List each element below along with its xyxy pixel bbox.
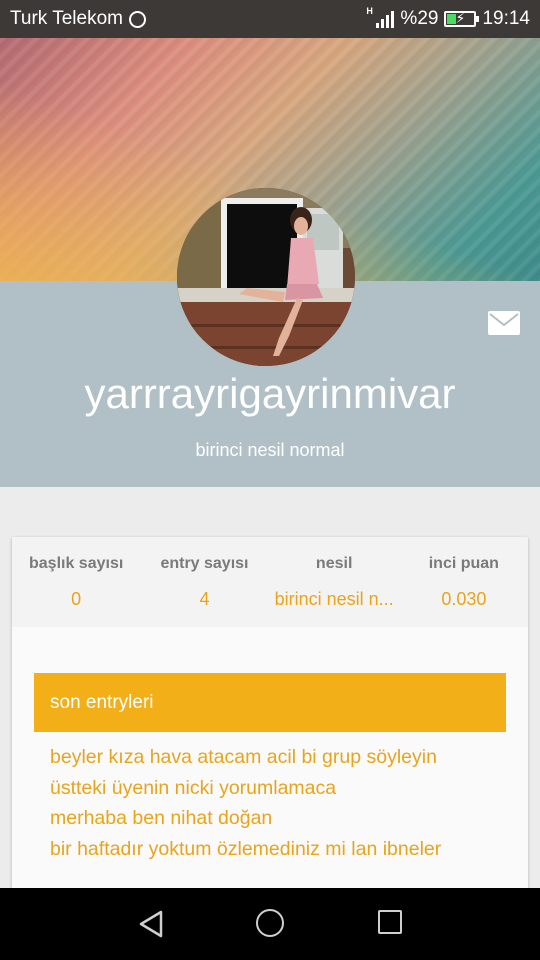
stat-label: entry sayısı bbox=[160, 555, 249, 572]
network-type: H bbox=[366, 6, 373, 16]
signal-icon: H bbox=[366, 6, 395, 28]
entry-link[interactable]: beyler kıza hava atacam acil bi grup söy… bbox=[50, 742, 441, 773]
recents-icon[interactable] bbox=[378, 910, 402, 934]
navigation-bar bbox=[0, 888, 540, 960]
stat-title-count: başlık sayısı 0 bbox=[12, 537, 140, 627]
avatar[interactable] bbox=[177, 188, 355, 366]
status-right-group: H %29 ⚡ 19:14 bbox=[366, 6, 530, 30]
entry-link[interactable]: üstteki üyenin nicki yorumlamaca bbox=[50, 773, 441, 804]
stat-label: inci puan bbox=[428, 555, 499, 572]
clock: 19:14 bbox=[482, 8, 530, 29]
avatar-photo bbox=[177, 188, 355, 366]
stat-label: başlık sayısı bbox=[29, 555, 124, 572]
whatsapp-icon bbox=[128, 10, 146, 28]
stat-label: nesil bbox=[315, 555, 353, 572]
back-icon[interactable] bbox=[137, 909, 165, 939]
carrier-name: Turk Telekom bbox=[10, 8, 123, 29]
mail-envelope-glyph bbox=[489, 313, 519, 327]
stat-value: birinci nesil n... bbox=[274, 589, 394, 609]
stat-value: 4 bbox=[199, 589, 210, 609]
home-icon[interactable] bbox=[256, 909, 284, 937]
battery-percent: %29 bbox=[400, 8, 439, 29]
status-bar: Turk Telekom H %29 ⚡ 19:14 bbox=[0, 0, 540, 38]
recent-entries-header: son entryleri bbox=[34, 673, 506, 732]
username: yarrrayrigayrinmivar bbox=[84, 370, 456, 417]
mail-icon[interactable] bbox=[488, 311, 520, 335]
generation-label: birinci nesil normal bbox=[195, 440, 345, 460]
stats-row: başlık sayısı 0 entry sayısı 4 nesil bir… bbox=[12, 537, 528, 627]
stat-entry-count: entry sayısı 4 bbox=[140, 537, 268, 627]
carrier-group: Turk Telekom bbox=[10, 8, 146, 30]
recent-entries-list: beyler kıza hava atacam acil bi grup söy… bbox=[50, 742, 441, 864]
stat-generation: nesil birinci nesil n... bbox=[269, 537, 400, 627]
stat-inci-points: inci puan 0.030 bbox=[400, 537, 528, 627]
stat-value: 0 bbox=[71, 589, 82, 609]
entry-link[interactable]: merhaba ben nihat doğan bbox=[50, 803, 441, 834]
profile-card: başlık sayısı 0 entry sayısı 4 nesil bir… bbox=[12, 537, 528, 917]
entry-link[interactable]: bir haftadır yoktum özlemediniz mi lan i… bbox=[50, 834, 441, 865]
stat-value: 0.030 bbox=[441, 589, 487, 609]
battery-charging-icon: ⚡ bbox=[444, 10, 480, 27]
